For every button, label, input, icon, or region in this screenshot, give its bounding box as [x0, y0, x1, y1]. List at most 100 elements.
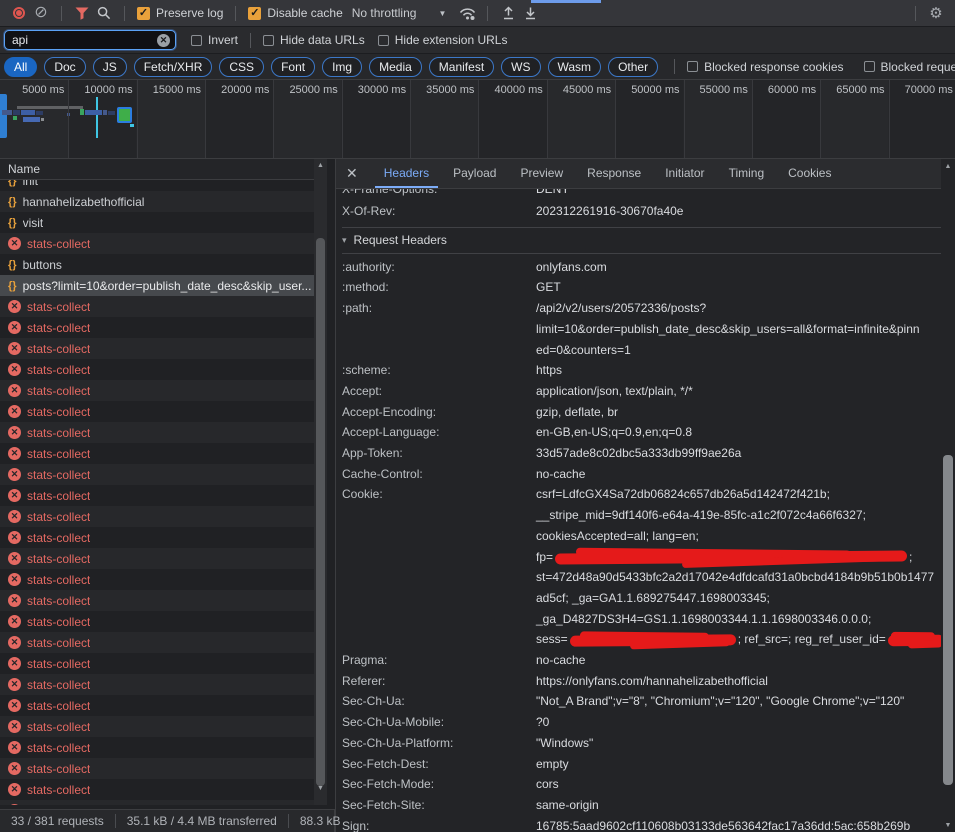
- scrollbar-thumb[interactable]: [316, 238, 325, 786]
- request-row[interactable]: ✕stats-collect: [0, 695, 314, 716]
- request-row[interactable]: ✕stats-collect: [0, 338, 314, 359]
- request-row[interactable]: ✕stats-collect: [0, 317, 314, 338]
- filter-input[interactable]: api ✕: [4, 30, 176, 50]
- tab-cookies[interactable]: Cookies: [779, 159, 840, 188]
- name-column-header[interactable]: Name: [0, 159, 314, 180]
- header-value-line: /api2/v2/users/20572336/posts?: [536, 298, 941, 319]
- header-name: Sec-Ch-Ua-Mobile:: [342, 712, 536, 733]
- timeline-tick-label: 45000 ms: [563, 84, 611, 96]
- request-row[interactable]: ✕stats-collect: [0, 527, 314, 548]
- request-row[interactable]: ✕stats-collect: [0, 296, 314, 317]
- request-row[interactable]: ✕stats-collect: [0, 443, 314, 464]
- filter-pill-other[interactable]: Other: [608, 57, 658, 77]
- disable-cache-checkbox[interactable]: ✓ Disable cache: [248, 6, 342, 20]
- request-row[interactable]: ✕stats-collect: [0, 674, 314, 695]
- search-button[interactable]: [93, 2, 115, 24]
- tab-preview[interactable]: Preview: [511, 159, 572, 188]
- filter-pill-img[interactable]: Img: [322, 57, 362, 77]
- header-value-line: gzip, deflate, br: [536, 402, 941, 423]
- filter-pill-font[interactable]: Font: [271, 57, 315, 77]
- request-row[interactable]: ✕stats-collect: [0, 548, 314, 569]
- timeline-tick-label: 50000 ms: [631, 84, 679, 96]
- error-icon: ✕: [8, 552, 21, 565]
- scroll-down-icon[interactable]: ▼: [941, 822, 955, 829]
- request-list-scrollbar[interactable]: ▲ ▼: [314, 159, 327, 805]
- request-row[interactable]: ✕stats-collect: [0, 653, 314, 674]
- tab-payload[interactable]: Payload: [444, 159, 505, 188]
- filter-pill-js[interactable]: JS: [93, 57, 127, 77]
- hide-data-urls-checkbox[interactable]: Hide data URLs: [263, 33, 365, 47]
- tab-headers[interactable]: Headers: [375, 159, 438, 188]
- hide-extension-urls-checkbox[interactable]: Hide extension URLs: [378, 33, 508, 47]
- blocked-requests-checkbox[interactable]: Blocked requests: [864, 60, 955, 74]
- clear-button[interactable]: ⊘: [30, 2, 52, 24]
- request-row[interactable]: ✕stats-collect: [0, 758, 314, 779]
- network-overview-timeline[interactable]: 5000 ms10000 ms15000 ms20000 ms25000 ms3…: [0, 80, 955, 159]
- header-value: https://onlyfans.com/hannahelizabethoffi…: [536, 671, 941, 692]
- request-row[interactable]: ✕stats-collect: [0, 485, 314, 506]
- preserve-log-checkbox[interactable]: ✓ Preserve log: [137, 6, 223, 20]
- tab-response[interactable]: Response: [578, 159, 650, 188]
- filter-pill-doc[interactable]: Doc: [44, 57, 85, 77]
- request-row[interactable]: {}visit: [0, 212, 314, 233]
- header-value-line: _ga_D4827DS3H4=GS1.1.1698003344.1.1.1698…: [536, 609, 941, 630]
- request-row[interactable]: ✕stats-collect: [0, 380, 314, 401]
- scroll-up-icon[interactable]: ▲: [941, 163, 955, 170]
- tab-timing[interactable]: Timing: [720, 159, 774, 188]
- detail-scrollbar[interactable]: ▲ ▼: [941, 159, 955, 832]
- request-row[interactable]: {}init: [0, 180, 314, 191]
- record-button[interactable]: [8, 2, 30, 24]
- filter-pill-fetch-xhr[interactable]: Fetch/XHR: [134, 57, 213, 77]
- header-value: "Not_A Brand";v="8", "Chromium";v="120",…: [536, 691, 941, 712]
- filter-pill-all[interactable]: All: [4, 57, 37, 77]
- throttling-dropdown[interactable]: No throttling ▼: [352, 6, 447, 20]
- filter-pill-wasm[interactable]: Wasm: [548, 57, 602, 77]
- close-icon[interactable]: ✕: [346, 165, 358, 182]
- filter-pill-css[interactable]: CSS: [219, 57, 264, 77]
- request-row[interactable]: ✕stats-collect: [0, 716, 314, 737]
- scrollbar-thumb[interactable]: [943, 455, 953, 785]
- scroll-up-icon[interactable]: ▲: [314, 162, 327, 169]
- request-row[interactable]: ✕stats-collect: [0, 464, 314, 485]
- clear-filter-icon[interactable]: ✕: [157, 34, 170, 47]
- invert-checkbox[interactable]: Invert: [191, 33, 238, 47]
- network-conditions-button[interactable]: [456, 2, 478, 24]
- tab-initiator[interactable]: Initiator: [656, 159, 713, 188]
- filter-toggle-button[interactable]: [71, 2, 93, 24]
- hide-extension-urls-label: Hide extension URLs: [395, 33, 508, 47]
- overview-brush-handle[interactable]: [0, 94, 7, 138]
- request-row[interactable]: ✕stats-collect: [0, 359, 314, 380]
- checkbox-label: Blocked requests: [881, 60, 955, 74]
- request-row[interactable]: {}posts?limit=10&order=publish_date_desc…: [0, 275, 314, 296]
- filter-pill-media[interactable]: Media: [369, 57, 422, 77]
- filter-pill-manifest[interactable]: Manifest: [429, 57, 494, 77]
- export-har-button[interactable]: [519, 2, 541, 24]
- request-row[interactable]: {}hannahelizabethofficial: [0, 191, 314, 212]
- header-value-line: application/json, text/plain, */*: [536, 381, 941, 402]
- filter-pill-ws[interactable]: WS: [501, 57, 540, 77]
- request-row[interactable]: ✕stats-collect: [0, 632, 314, 653]
- hide-data-urls-label: Hide data URLs: [280, 33, 365, 47]
- request-row[interactable]: ✕stats-collect: [0, 611, 314, 632]
- request-row[interactable]: ✕stats-collect: [0, 569, 314, 590]
- request-row[interactable]: ✕stats-collect: [0, 737, 314, 758]
- import-har-button[interactable]: [497, 2, 519, 24]
- name-column-label: Name: [8, 162, 40, 176]
- request-row[interactable]: ✕stats-collect: [0, 401, 314, 422]
- request-row[interactable]: ✕stats-collect: [0, 233, 314, 254]
- request-row[interactable]: ✕stats-collect: [0, 800, 314, 805]
- header-value-text: limit=10&order=publish_date_desc&skip_us…: [536, 322, 920, 336]
- request-headers-section-toggle[interactable]: ▾ Request Headers: [342, 227, 941, 254]
- request-row[interactable]: ✕stats-collect: [0, 779, 314, 800]
- request-row[interactable]: ✕stats-collect: [0, 590, 314, 611]
- request-row[interactable]: ✕stats-collect: [0, 506, 314, 527]
- header-row: Accept-Language:en-GB,en-US;q=0.9,en;q=0…: [342, 422, 941, 443]
- request-row[interactable]: ✕stats-collect: [0, 422, 314, 443]
- request-row[interactable]: {}buttons: [0, 254, 314, 275]
- request-name: stats-collect: [27, 657, 90, 671]
- settings-button[interactable]: ⚙: [925, 2, 947, 24]
- requests-count: 33 / 381 requests: [0, 814, 115, 828]
- blocked-response-cookies-checkbox[interactable]: Blocked response cookies: [687, 60, 843, 74]
- header-row: Pragma:no-cache: [342, 650, 941, 671]
- scroll-down-icon[interactable]: ▼: [314, 785, 327, 792]
